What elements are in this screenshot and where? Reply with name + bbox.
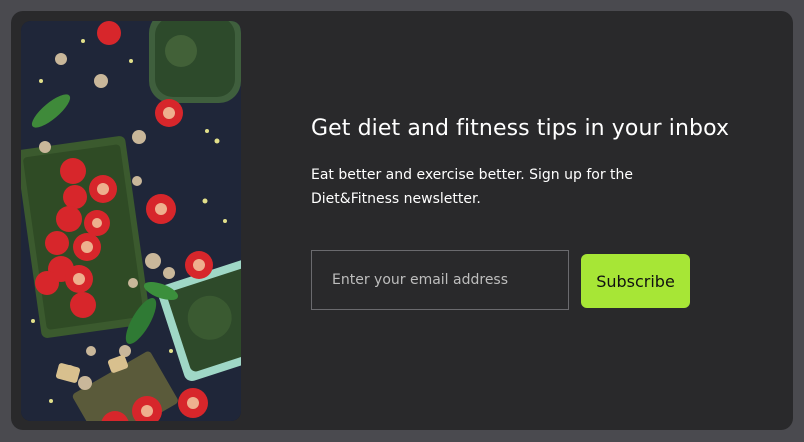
headline: Get diet and fitness tips in your inbox	[311, 116, 730, 141]
email-input[interactable]	[311, 250, 569, 310]
signup-content: Get diet and fitness tips in your inbox …	[311, 111, 771, 310]
signup-form: Subscribe	[311, 250, 771, 312]
description: Eat better and exercise better. Sign up …	[311, 167, 634, 207]
subscribe-button[interactable]: Subscribe	[581, 254, 690, 308]
newsletter-card: Get diet and fitness tips in your inbox …	[11, 11, 793, 430]
food-photo	[21, 21, 241, 421]
